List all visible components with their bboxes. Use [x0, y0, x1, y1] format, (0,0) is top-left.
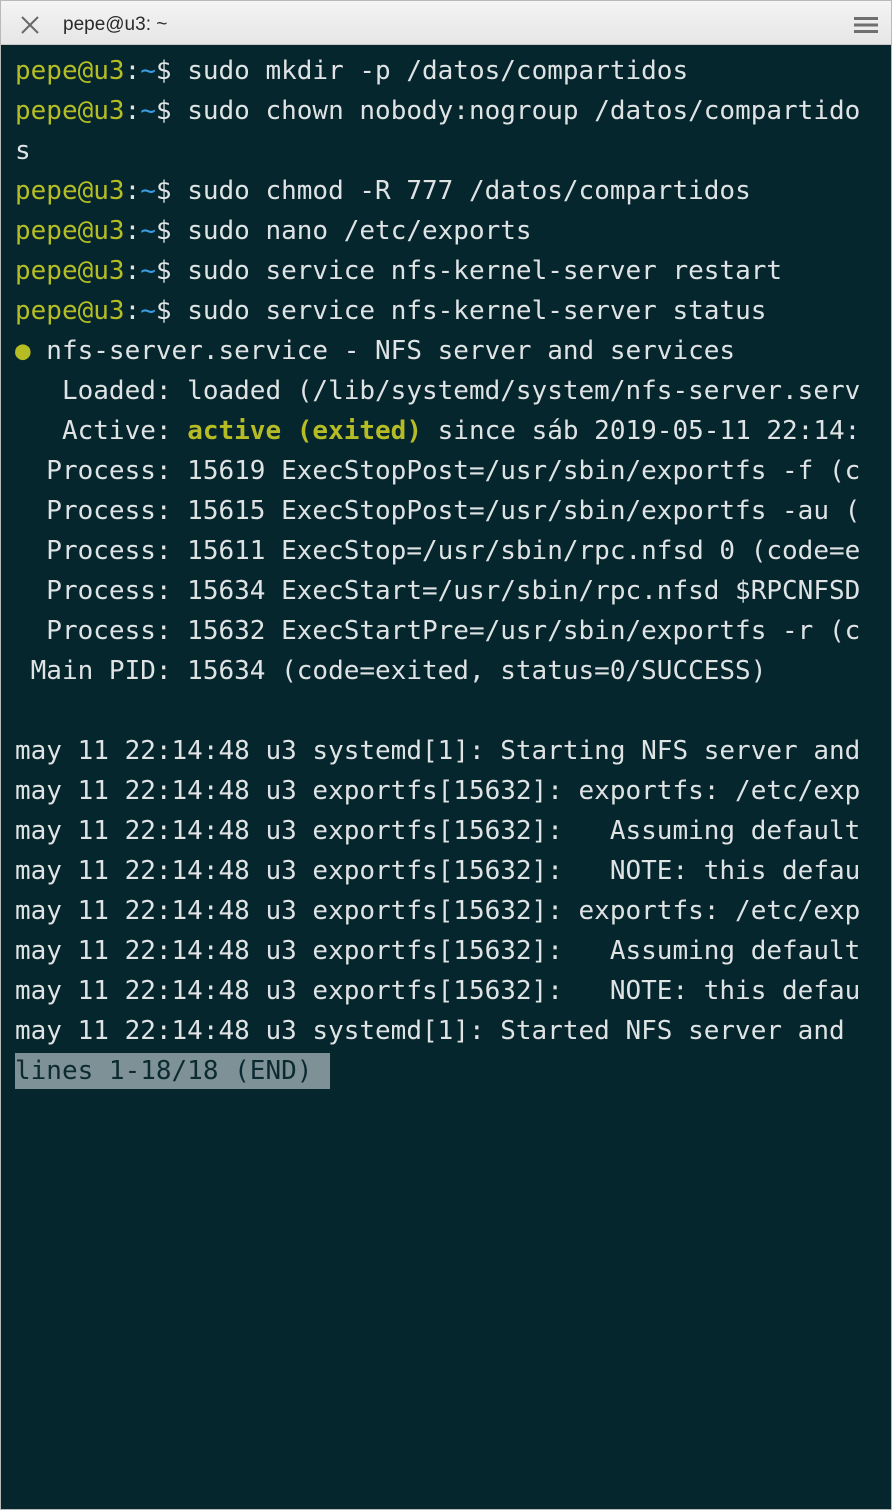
close-icon[interactable]: [17, 12, 43, 38]
prompt-colon: :: [124, 96, 141, 126]
command-text: sudo service nfs-kernel-server status: [187, 296, 767, 326]
service-name: nfs-server.service - NFS server and serv…: [30, 336, 736, 366]
title-bar[interactable]: pepe@u3: ~: [1, 1, 891, 45]
log-line: may 11 22:14:48 u3 exportfs[15632]: NOTE…: [15, 856, 861, 886]
hamburger-menu-icon[interactable]: [853, 15, 879, 35]
prompt-user: pepe@u3: [15, 296, 125, 326]
prompt-colon: :: [124, 216, 141, 246]
prompt-symbol: $: [155, 96, 188, 126]
prompt-symbol: $: [155, 216, 188, 246]
prompt-colon: :: [124, 56, 141, 86]
command-text: sudo nano /etc/exports: [187, 216, 532, 246]
prompt-colon: :: [124, 296, 141, 326]
prompt-user: pepe@u3: [15, 216, 125, 246]
command-line: pepe@u3:~$ sudo service nfs-kernel-serve…: [15, 251, 891, 291]
prompt-path: ~: [140, 176, 156, 206]
command-line: pepe@u3:~$ sudo chmod -R 777 /datos/comp…: [15, 171, 891, 211]
prompt-path: ~: [140, 96, 156, 126]
prompt-user: pepe@u3: [15, 56, 125, 86]
command-line: pepe@u3:~$ sudo nano /etc/exports: [15, 211, 891, 251]
prompt-path: ~: [140, 256, 156, 286]
terminal-window: pepe@u3: ~ pepe@u3:~$ sudo mkdir -p /dat…: [0, 0, 892, 1510]
loaded-line: Loaded: loaded (/lib/systemd/system/nfs-…: [15, 376, 861, 406]
log-line: may 11 22:14:48 u3 exportfs[15632]: Assu…: [15, 816, 861, 846]
prompt-symbol: $: [155, 176, 188, 206]
prompt-symbol: $: [155, 256, 188, 286]
command-text: sudo mkdir -p /datos/compartidos: [187, 56, 689, 86]
main-pid-line: Main PID: 15634 (code=exited, status=0/S…: [15, 656, 767, 686]
log-line: may 11 22:14:48 u3 exportfs[15632]: NOTE…: [15, 976, 861, 1006]
active-state: active (exited): [187, 416, 422, 446]
command-text: sudo chown nobody:nogroup /datos/compart…: [187, 96, 861, 126]
service-status-header: ● nfs-server.service - NFS server and se…: [15, 331, 891, 371]
active-label: Active:: [15, 416, 188, 446]
window-title: pepe@u3: ~: [63, 14, 168, 35]
prompt-symbol: $: [155, 56, 188, 86]
process-line: Process: 15632 ExecStartPre=/usr/sbin/ex…: [15, 616, 861, 646]
pager-status-line: lines 1-18/18 (END): [15, 1051, 891, 1091]
log-line: may 11 22:14:48 u3 systemd[1]: Starting …: [15, 736, 861, 766]
prompt-colon: :: [124, 256, 141, 286]
prompt-path: ~: [140, 296, 156, 326]
wrapped-line: s: [15, 136, 31, 166]
prompt-user: pepe@u3: [15, 96, 125, 126]
status-dot-icon: ●: [15, 336, 31, 366]
prompt-user: pepe@u3: [15, 256, 125, 286]
prompt-symbol: $: [155, 296, 188, 326]
command-text: sudo service nfs-kernel-server restart: [187, 256, 783, 286]
active-since: since sáb 2019-05-11 22:14:: [422, 416, 861, 446]
log-line: may 11 22:14:48 u3 exportfs[15632]: expo…: [15, 776, 861, 806]
active-line: Active: active (exited) since sáb 2019-0…: [15, 411, 891, 451]
process-line: Process: 15634 ExecStart=/usr/sbin/rpc.n…: [15, 576, 861, 606]
command-line: pepe@u3:~$ sudo chown nobody:nogroup /da…: [15, 91, 891, 131]
pager-status: lines 1-18/18 (END): [15, 1053, 331, 1089]
terminal-output[interactable]: pepe@u3:~$ sudo mkdir -p /datos/comparti…: [1, 45, 891, 1509]
command-line: pepe@u3:~$ sudo mkdir -p /datos/comparti…: [15, 51, 891, 91]
log-line: may 11 22:14:48 u3 exportfs[15632]: expo…: [15, 896, 861, 926]
command-text: sudo chmod -R 777 /datos/compartidos: [187, 176, 751, 206]
prompt-path: ~: [140, 216, 156, 246]
log-line: may 11 22:14:48 u3 systemd[1]: Started N…: [15, 1016, 845, 1046]
prompt-colon: :: [124, 176, 141, 206]
prompt-user: pepe@u3: [15, 176, 125, 206]
process-line: Process: 15619 ExecStopPost=/usr/sbin/ex…: [15, 456, 861, 486]
process-line: Process: 15611 ExecStop=/usr/sbin/rpc.nf…: [15, 536, 861, 566]
command-line: pepe@u3:~$ sudo service nfs-kernel-serve…: [15, 291, 891, 331]
process-line: Process: 15615 ExecStopPost=/usr/sbin/ex…: [15, 496, 861, 526]
prompt-path: ~: [140, 56, 156, 86]
log-line: may 11 22:14:48 u3 exportfs[15632]: Assu…: [15, 936, 861, 966]
